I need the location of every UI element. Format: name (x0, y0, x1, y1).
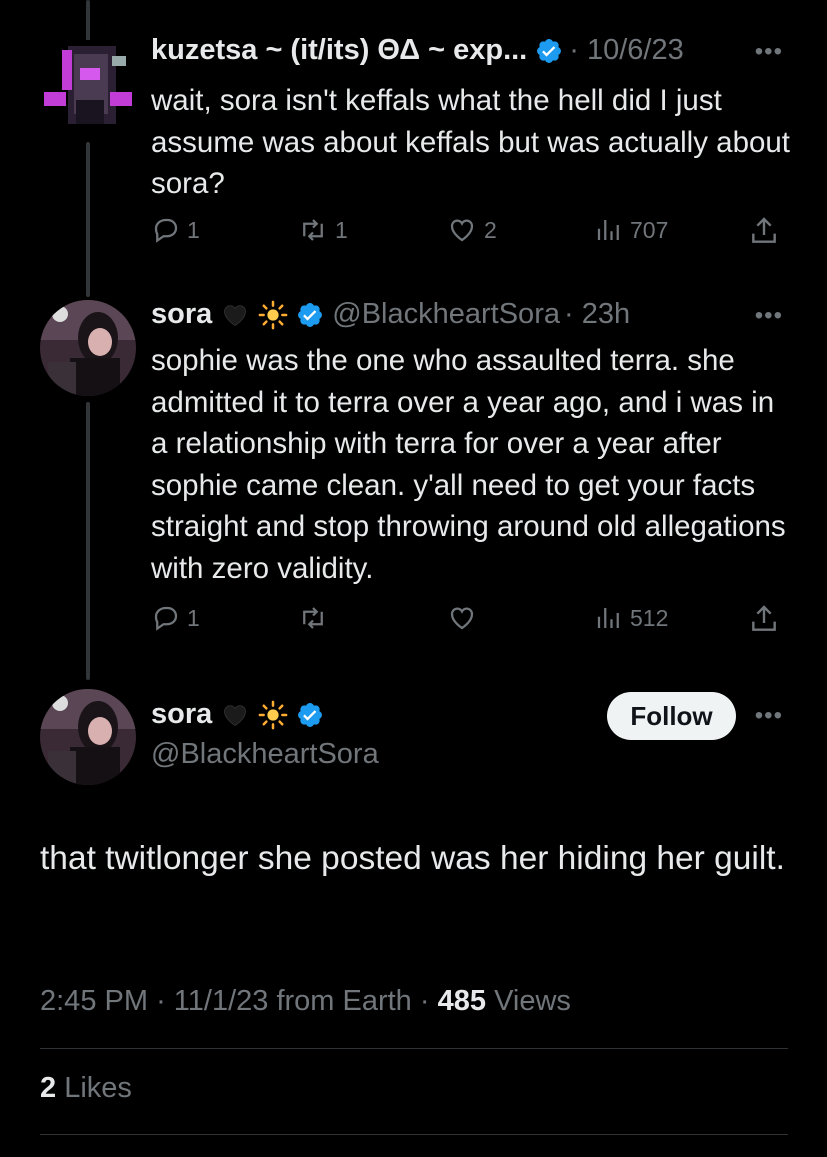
views-icon (597, 220, 619, 240)
likes-count: 2 (40, 1072, 57, 1104)
views-button[interactable]: 512 (594, 603, 668, 633)
more-icon[interactable]: ••• (755, 302, 783, 330)
retweet-button[interactable] (297, 603, 329, 633)
tweet-2-header: sora @BlackheartSora · 23h (151, 298, 630, 331)
heart-icon (450, 219, 474, 242)
display-name[interactable]: sora (151, 298, 212, 331)
avatar[interactable] (40, 300, 136, 396)
display-name[interactable]: sora (151, 698, 212, 731)
tweet-text: wait, sora isn't keffals what the hell d… (151, 84, 790, 200)
like-button[interactable]: 2 (446, 215, 497, 245)
tweet-time[interactable]: · 10/6/23 (569, 34, 683, 67)
reply-count: 1 (187, 216, 200, 243)
tweet-meta: 2:45 PM · 11/1/23 from Earth · 485 Views (40, 985, 571, 1017)
follow-button[interactable]: Follow (607, 692, 736, 740)
tweet-2-actions: 1 512 (151, 603, 791, 643)
thread-line-2 (86, 402, 90, 680)
tweet-1-header: kuzetsa ~ (it/its) ΘΔ ~ exp... · 10/6/23 (151, 34, 684, 67)
tweet-time[interactable]: · 23h (564, 298, 630, 331)
retweet-button[interactable]: 1 (297, 215, 348, 245)
more-icon[interactable]: ••• (755, 702, 783, 730)
main-tweet-header: sora (151, 698, 324, 731)
views-button[interactable]: 707 (594, 215, 668, 245)
retweet-count: 1 (335, 216, 348, 243)
divider (40, 1048, 788, 1049)
tweet-time[interactable]: 2:45 PM (40, 985, 148, 1017)
reply-icon (154, 218, 178, 243)
black-heart-icon (220, 301, 250, 329)
share-icon (752, 217, 776, 243)
share-button[interactable] (748, 215, 780, 247)
handle[interactable]: @BlackheartSora (151, 738, 379, 771)
more-icon[interactable]: ••• (755, 38, 783, 66)
heart-icon (450, 607, 474, 630)
views-count: 707 (630, 216, 669, 243)
sun-icon (258, 700, 288, 730)
retweet-icon (303, 219, 323, 241)
views-label: Views (494, 985, 571, 1017)
verified-badge-icon (535, 37, 563, 65)
views-count: 512 (630, 604, 669, 631)
main-tweet-text: that twitlonger she posted was her hidin… (40, 840, 785, 877)
avatar[interactable] (40, 689, 136, 785)
like-button[interactable] (446, 603, 478, 633)
likes-label: Likes (64, 1072, 132, 1104)
likes-summary[interactable]: 2 Likes (40, 1072, 132, 1105)
verified-badge-icon (296, 701, 324, 729)
tweet-1-actions: 1 1 2 707 (151, 215, 791, 255)
reply-button[interactable]: 1 (151, 215, 200, 245)
divider (40, 1134, 788, 1135)
tweet-text: sophie was the one who assaulted terra. … (151, 344, 786, 585)
black-heart-icon (220, 701, 250, 729)
sun-icon (258, 300, 288, 330)
reply-button[interactable]: 1 (151, 603, 200, 633)
display-name[interactable]: kuzetsa ~ (it/its) ΘΔ ~ exp... (151, 34, 527, 67)
reply-count: 1 (187, 604, 200, 631)
thread-line-1 (86, 142, 90, 297)
handle[interactable]: @BlackheartSora (332, 298, 560, 331)
share-button[interactable] (748, 603, 780, 635)
retweet-icon (303, 607, 323, 629)
verified-badge-icon (296, 301, 324, 329)
views-count: 485 (437, 985, 486, 1017)
reply-icon (154, 606, 178, 631)
share-icon (752, 605, 776, 631)
avatar[interactable] (40, 40, 136, 136)
thread-line-top (86, 0, 90, 45)
tweet-date[interactable]: 11/1/23 from Earth (174, 985, 412, 1017)
views-icon (597, 608, 619, 628)
like-count: 2 (484, 216, 497, 243)
